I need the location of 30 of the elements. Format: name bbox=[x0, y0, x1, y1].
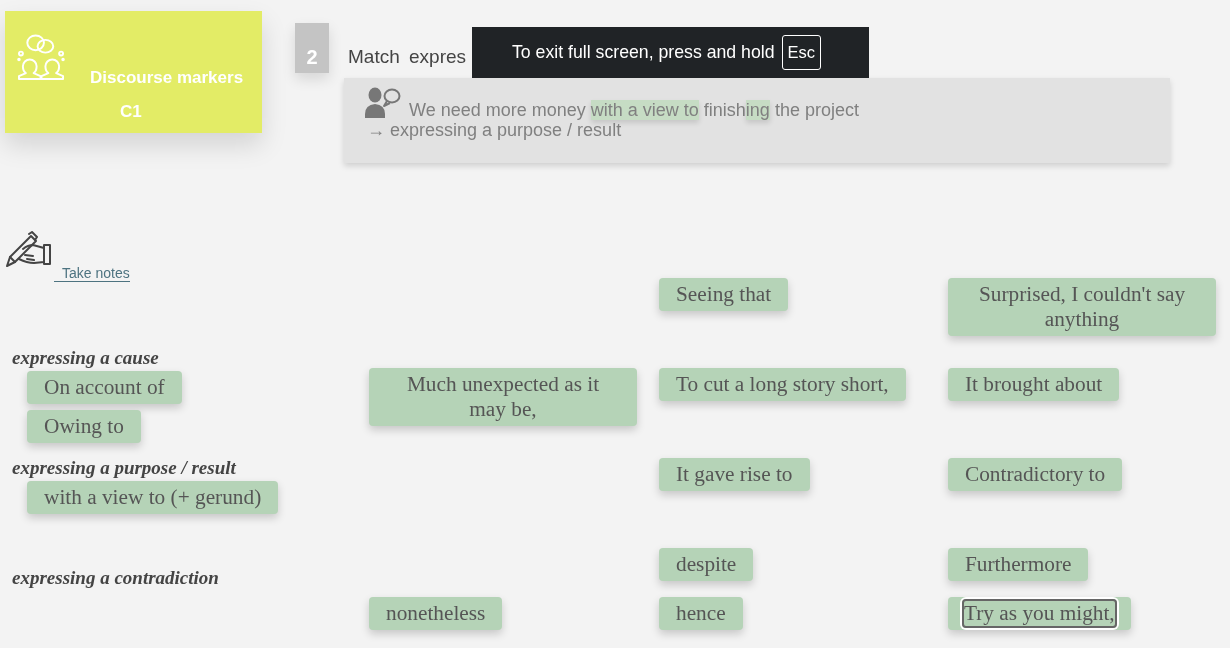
phrase-chip[interactable]: On account of bbox=[27, 371, 182, 404]
level-label: C1 bbox=[120, 101, 143, 123]
example-sentence: We need more money with a view to finishing the project bbox=[409, 100, 859, 121]
phrase-chip[interactable]: with a view to (+ gerund) bbox=[27, 481, 279, 514]
phrase-chip[interactable]: It gave rise to bbox=[659, 458, 810, 491]
phrase-chip[interactable]: nonetheless bbox=[369, 597, 503, 630]
writing-hand-icon bbox=[4, 231, 52, 268]
category-title: expressing a purpose / result bbox=[12, 458, 236, 478]
lesson-title: Discourse markers bbox=[90, 67, 244, 89]
exercise-instruction: Match expres bbox=[348, 46, 467, 68]
take-notes-link[interactable]: Take notes bbox=[54, 266, 130, 282]
phrase-chip[interactable]: Seeing that bbox=[659, 278, 789, 311]
phrase-chip[interactable]: Surprised, I couldn't say anything bbox=[948, 278, 1216, 336]
phrase-chip[interactable]: It brought about bbox=[948, 368, 1120, 401]
phrase-chip[interactable]: despite bbox=[659, 548, 754, 581]
phrase-chip[interactable]: To cut a long story short, bbox=[659, 368, 906, 401]
category-title: expressing a contradiction bbox=[12, 568, 219, 588]
notice-text: To exit full screen, press and hold bbox=[512, 42, 775, 63]
phrase-chip[interactable]: Furthermore bbox=[948, 548, 1089, 581]
phrase-chip[interactable]: Contradictory to bbox=[948, 458, 1123, 491]
phrase-chip[interactable]: Try as you might, bbox=[948, 597, 1131, 630]
step-number: 2 bbox=[295, 23, 329, 73]
phrase-chip[interactable]: Much unexpected as it may be, bbox=[369, 368, 637, 426]
person-speech-icon bbox=[365, 87, 401, 118]
people-speech-icon bbox=[17, 34, 66, 81]
phrase-chip[interactable]: hence bbox=[659, 597, 743, 630]
example-explanation: → expressing a purpose / result bbox=[367, 120, 622, 141]
keyboard-key: Esc bbox=[781, 35, 822, 70]
phrase-chip[interactable]: Owing to bbox=[27, 410, 141, 443]
category-title: expressing a cause bbox=[12, 348, 159, 368]
